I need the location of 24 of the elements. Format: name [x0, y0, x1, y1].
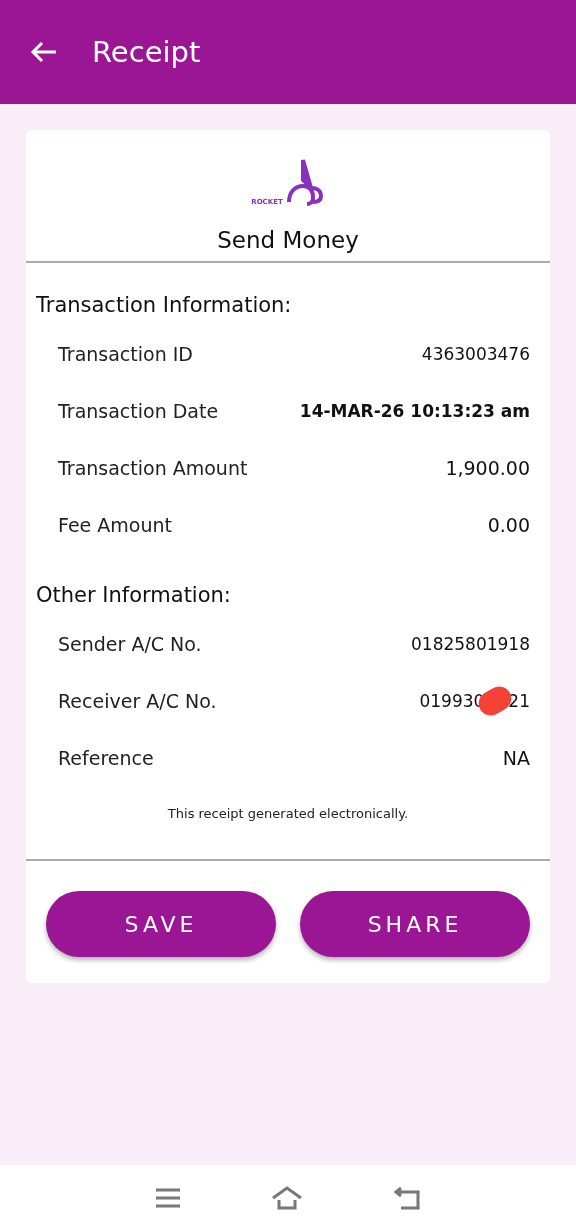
share-button[interactable]: SHARE — [300, 891, 530, 957]
field-value: 01825801918 — [411, 633, 530, 654]
receipt-title: Send Money — [216, 226, 360, 255]
back-icon[interactable] — [393, 1185, 421, 1210]
field-value: 1,900.00 — [445, 456, 530, 479]
field-value: 4363003476 — [421, 343, 530, 364]
field-label: Receiver A/C No. — [58, 689, 217, 712]
field-label: Transaction ID — [58, 342, 193, 365]
field-value: NA — [502, 746, 530, 769]
field-label: Reference — [58, 746, 154, 769]
save-button[interactable]: SAVE — [46, 891, 276, 957]
field-label: Fee Amount — [58, 513, 172, 536]
home-icon[interactable] — [271, 1185, 303, 1210]
section-heading: Other Information: — [35, 582, 232, 609]
field-value: 0.00 — [487, 513, 530, 536]
field-value: 14-MAR-26 10:13:23 am — [299, 400, 530, 421]
field-label: Transaction Date — [58, 399, 219, 422]
receipt-note: This receipt generated electronically. — [166, 805, 410, 823]
page-title: Receipt — [92, 35, 201, 69]
field-label: Sender A/C No. — [58, 632, 202, 655]
section-heading: Transaction Information: — [35, 292, 293, 319]
menu-icon[interactable] — [155, 1187, 181, 1208]
field-value: 21 — [508, 690, 530, 711]
field-label: Transaction Amount — [58, 456, 248, 479]
